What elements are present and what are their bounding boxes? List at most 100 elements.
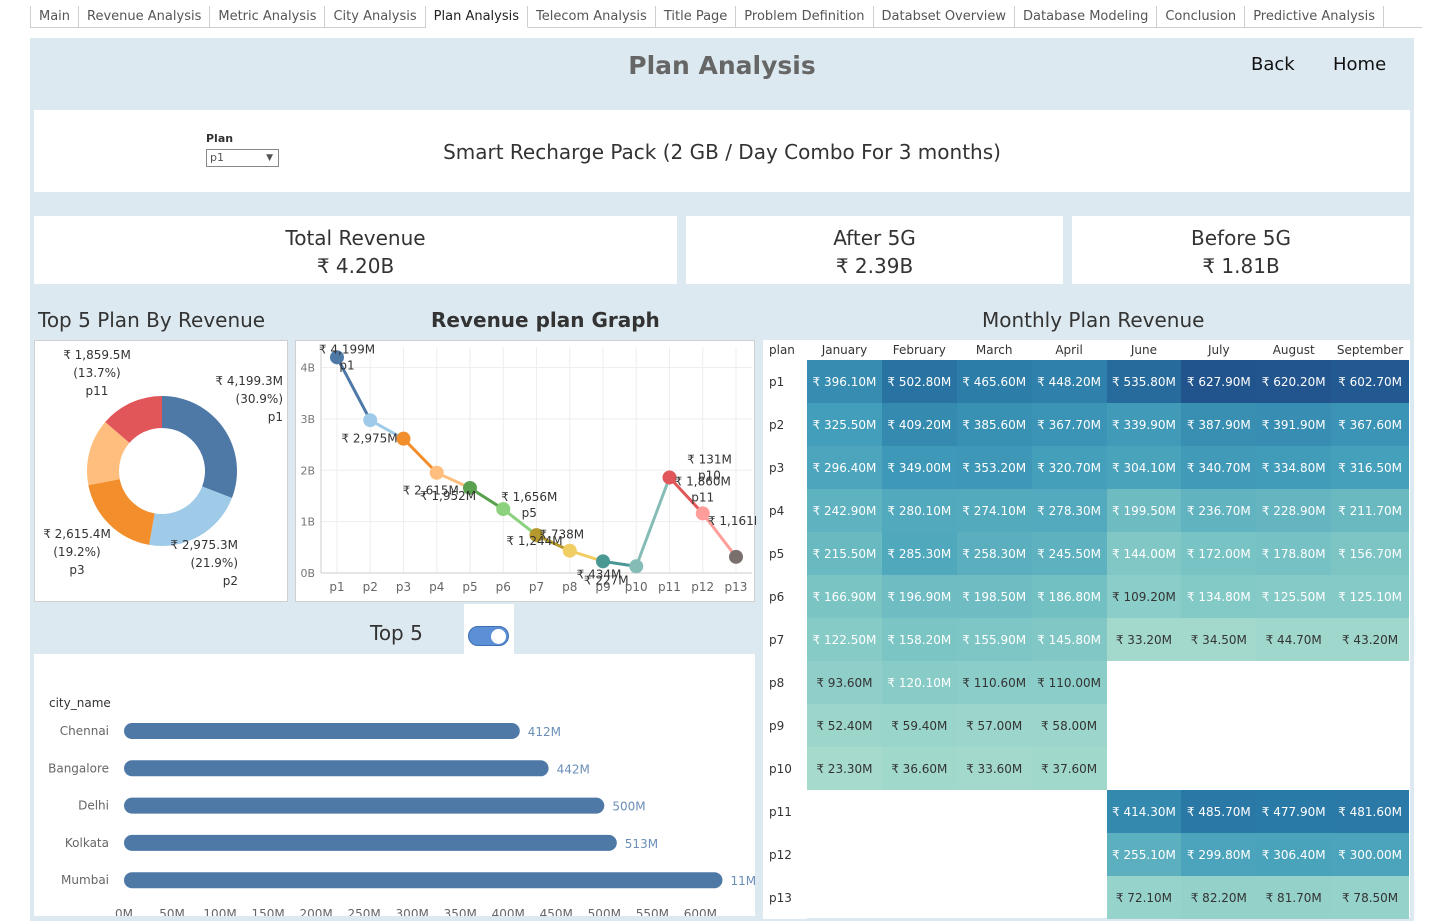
line-point-p8[interactable] bbox=[562, 543, 577, 558]
tab-main[interactable]: Main bbox=[30, 6, 80, 28]
line-point-p10[interactable] bbox=[629, 559, 644, 574]
heatmap-cell[interactable]: ₹ 82.20M bbox=[1181, 876, 1257, 919]
heatmap-cell[interactable]: ₹ 627.90M bbox=[1181, 360, 1257, 403]
heatmap-cell[interactable]: ₹ 296.40M bbox=[807, 446, 882, 489]
line-point-p2[interactable] bbox=[363, 413, 378, 428]
heatmap-cell[interactable]: ₹ 33.60M bbox=[956, 747, 1032, 790]
heatmap-cell[interactable]: ₹ 155.90M bbox=[956, 618, 1032, 661]
heatmap-cell[interactable]: ₹ 125.50M bbox=[1256, 575, 1332, 618]
heatmap-cell[interactable]: ₹ 72.10M bbox=[1106, 876, 1182, 919]
heatmap-cell[interactable]: ₹ 156.70M bbox=[1331, 532, 1409, 575]
top5-toggle[interactable] bbox=[468, 626, 509, 646]
heatmap-cell[interactable]: ₹ 134.80M bbox=[1181, 575, 1257, 618]
donut-slice-p1[interactable] bbox=[162, 396, 238, 499]
heatmap-cell[interactable]: ₹ 306.40M bbox=[1256, 833, 1332, 876]
tab-problem-definition[interactable]: Problem Definition bbox=[736, 6, 874, 28]
heatmap-cell[interactable]: ₹ 52.40M bbox=[807, 704, 882, 747]
heatmap-cell[interactable]: ₹ 198.50M bbox=[956, 575, 1032, 618]
heatmap-cell[interactable]: ₹ 299.80M bbox=[1181, 833, 1257, 876]
heatmap-cell[interactable]: ₹ 93.60M bbox=[807, 661, 882, 704]
heatmap-cell[interactable]: ₹ 485.70M bbox=[1181, 790, 1257, 833]
heatmap-cell[interactable]: ₹ 43.20M bbox=[1331, 618, 1409, 661]
heatmap-cell[interactable]: ₹ 385.60M bbox=[956, 403, 1032, 446]
heatmap-cell[interactable]: ₹ 186.80M bbox=[1031, 575, 1107, 618]
bar-bangalore[interactable] bbox=[124, 760, 549, 777]
line-point-p9[interactable] bbox=[596, 554, 610, 569]
heatmap-cell[interactable]: ₹ 110.00M bbox=[1031, 661, 1107, 704]
bar-chennai[interactable] bbox=[124, 723, 520, 739]
heatmap-cell[interactable]: ₹ 255.10M bbox=[1106, 833, 1182, 876]
heatmap-cell[interactable]: ₹ 34.50M bbox=[1181, 618, 1257, 661]
back-button[interactable]: Back bbox=[1251, 54, 1295, 75]
heatmap-cell[interactable]: ₹ 37.60M bbox=[1031, 747, 1107, 790]
heatmap-cell[interactable]: ₹ 535.80M bbox=[1106, 360, 1182, 403]
tab-predictive-analysis[interactable]: Predictive Analysis bbox=[1245, 6, 1384, 28]
heatmap-cell[interactable]: ₹ 242.90M bbox=[807, 489, 882, 532]
heatmap-cell[interactable]: ₹ 280.10M bbox=[881, 489, 957, 532]
heatmap-cell[interactable]: ₹ 387.90M bbox=[1181, 403, 1257, 446]
heatmap-cell[interactable]: ₹ 274.10M bbox=[956, 489, 1032, 532]
heatmap-cell[interactable]: ₹ 158.20M bbox=[881, 618, 957, 661]
heatmap-cell[interactable]: ₹ 199.50M bbox=[1106, 489, 1182, 532]
heatmap-cell[interactable]: ₹ 58.00M bbox=[1031, 704, 1107, 747]
line-point-p4[interactable] bbox=[429, 465, 444, 480]
heatmap-cell[interactable]: ₹ 602.70M bbox=[1331, 360, 1409, 403]
tab-revenue-analysis[interactable]: Revenue Analysis bbox=[79, 6, 211, 28]
heatmap-cell[interactable]: ₹ 78.50M bbox=[1331, 876, 1409, 919]
heatmap-cell[interactable]: ₹ 110.60M bbox=[956, 661, 1032, 704]
heatmap-cell[interactable]: ₹ 481.60M bbox=[1331, 790, 1409, 833]
heatmap-cell[interactable]: ₹ 502.80M bbox=[881, 360, 957, 403]
tab-databset-overview[interactable]: Databset Overview bbox=[874, 6, 1016, 28]
heatmap-cell[interactable]: ₹ 391.90M bbox=[1256, 403, 1332, 446]
heatmap-cell[interactable]: ₹ 196.90M bbox=[881, 575, 957, 618]
tab-database-modeling[interactable]: Database Modeling bbox=[1015, 6, 1158, 28]
heatmap-cell[interactable]: ₹ 325.50M bbox=[807, 403, 882, 446]
heatmap-cell[interactable]: ₹ 304.10M bbox=[1106, 446, 1182, 489]
heatmap-cell[interactable]: ₹ 409.20M bbox=[881, 403, 957, 446]
heatmap-cell[interactable]: ₹ 334.80M bbox=[1256, 446, 1332, 489]
heatmap-cell[interactable]: ₹ 57.00M bbox=[956, 704, 1032, 747]
tab-telecom-analysis[interactable]: Telecom Analysis bbox=[528, 6, 656, 28]
heatmap-cell[interactable]: ₹ 36.60M bbox=[881, 747, 957, 790]
heatmap-cell[interactable]: ₹ 316.50M bbox=[1331, 446, 1409, 489]
heatmap-cell[interactable]: ₹ 396.10M bbox=[807, 360, 882, 403]
bar-kolkata[interactable] bbox=[124, 834, 617, 851]
line-point-p3[interactable] bbox=[396, 431, 411, 446]
bar-mumbai[interactable] bbox=[124, 872, 723, 889]
heatmap-cell[interactable]: ₹ 448.20M bbox=[1031, 360, 1107, 403]
heatmap-cell[interactable]: ₹ 44.70M bbox=[1256, 618, 1332, 661]
heatmap-cell[interactable]: ₹ 236.70M bbox=[1181, 489, 1257, 532]
tab-city-analysis[interactable]: City Analysis bbox=[325, 6, 426, 28]
heatmap-cell[interactable]: ₹ 122.50M bbox=[807, 618, 882, 661]
heatmap-cell[interactable]: ₹ 23.30M bbox=[807, 747, 882, 790]
tab-title-page[interactable]: Title Page bbox=[656, 6, 737, 28]
heatmap-cell[interactable]: ₹ 120.10M bbox=[881, 661, 957, 704]
heatmap-cell[interactable]: ₹ 339.90M bbox=[1106, 403, 1182, 446]
heatmap-cell[interactable]: ₹ 145.80M bbox=[1031, 618, 1107, 661]
line-point-p6[interactable] bbox=[496, 502, 511, 517]
heatmap-cell[interactable]: ₹ 166.90M bbox=[807, 575, 882, 618]
heatmap-cell[interactable]: ₹ 349.00M bbox=[881, 446, 957, 489]
heatmap-cell[interactable]: ₹ 258.30M bbox=[956, 532, 1032, 575]
heatmap-cell[interactable]: ₹ 367.70M bbox=[1031, 403, 1107, 446]
heatmap-cell[interactable]: ₹ 320.70M bbox=[1031, 446, 1107, 489]
heatmap-cell[interactable]: ₹ 245.50M bbox=[1031, 532, 1107, 575]
heatmap-cell[interactable]: ₹ 215.50M bbox=[807, 532, 882, 575]
heatmap-cell[interactable]: ₹ 353.20M bbox=[956, 446, 1032, 489]
bar-delhi[interactable] bbox=[124, 797, 605, 814]
heatmap-cell[interactable]: ₹ 228.90M bbox=[1256, 489, 1332, 532]
heatmap-cell[interactable]: ₹ 109.20M bbox=[1106, 575, 1182, 618]
heatmap-cell[interactable]: ₹ 144.00M bbox=[1106, 532, 1182, 575]
heatmap-cell[interactable]: ₹ 620.20M bbox=[1256, 360, 1332, 403]
heatmap-cell[interactable]: ₹ 81.70M bbox=[1256, 876, 1332, 919]
heatmap-cell[interactable]: ₹ 172.00M bbox=[1181, 532, 1257, 575]
tab-plan-analysis[interactable]: Plan Analysis bbox=[425, 6, 529, 28]
home-button[interactable]: Home bbox=[1333, 54, 1386, 75]
heatmap-cell[interactable]: ₹ 278.30M bbox=[1031, 489, 1107, 532]
heatmap-cell[interactable]: ₹ 211.70M bbox=[1331, 489, 1409, 532]
tab-conclusion[interactable]: Conclusion bbox=[1157, 6, 1246, 28]
heatmap-cell[interactable]: ₹ 300.00M bbox=[1331, 833, 1409, 876]
line-point-p13[interactable] bbox=[729, 549, 743, 564]
heatmap-cell[interactable]: ₹ 285.30M bbox=[881, 532, 957, 575]
heatmap-cell[interactable]: ₹ 465.60M bbox=[956, 360, 1032, 403]
